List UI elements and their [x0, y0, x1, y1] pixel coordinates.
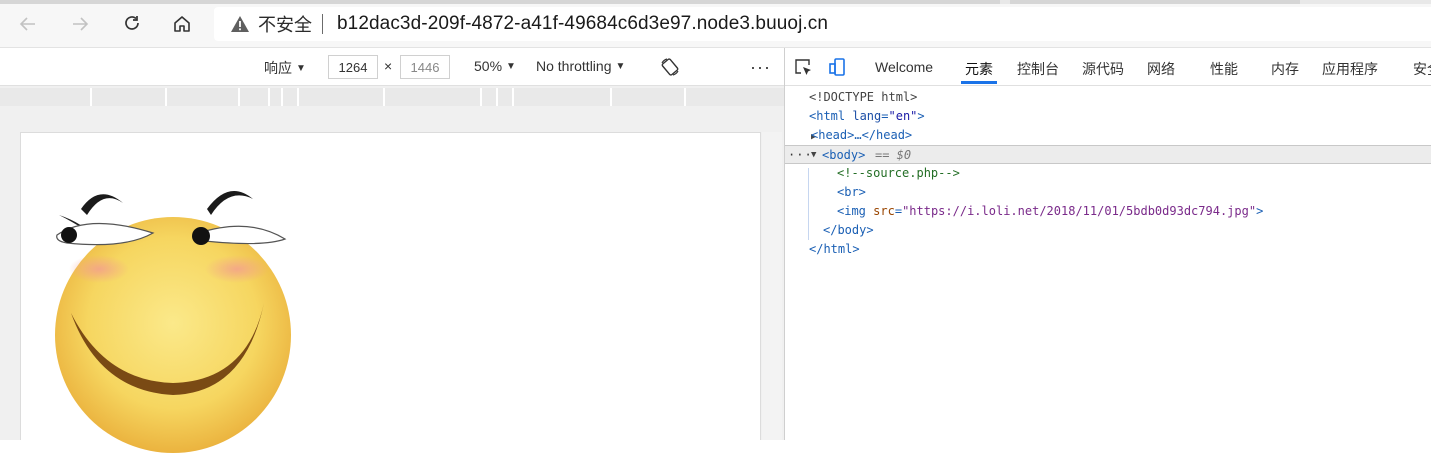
rotate-icon[interactable] — [660, 57, 680, 77]
html-attr-value: "en" — [888, 109, 918, 123]
browser-toolbar: 不安全 b12dac3d-209f-4872-a41f-49684c6d3e97… — [0, 0, 1431, 48]
throttling-dropdown[interactable]: No throttling ▼ — [536, 58, 625, 74]
smiling-face-image — [55, 191, 291, 453]
device-toolbar: 响应 ▼ 1264 × 1446 50% ▼ No throttling ▼ ·… — [0, 48, 784, 86]
body-open-tag: <body> — [822, 148, 866, 162]
back-button[interactable] — [16, 12, 40, 36]
dom-line-doctype[interactable]: <!DOCTYPE html> — [785, 88, 1431, 107]
tab-console[interactable]: 控制台 — [1017, 59, 1059, 79]
security-status[interactable]: 不安全 — [258, 11, 312, 37]
devtools-panel: Welcome 元素 控制台 源代码 网络 性能 内存 应用程序 安全 <!DO… — [785, 48, 1431, 440]
devtools-tabbar: Welcome 元素 控制台 源代码 网络 性能 内存 应用程序 安全 — [785, 48, 1431, 86]
dom-line-body-close[interactable]: </body> — [785, 221, 1431, 240]
tab-memory[interactable]: 内存 — [1271, 59, 1299, 79]
tab-elements[interactable]: 元素 — [965, 59, 993, 79]
viewport-scrollbar[interactable] — [762, 132, 782, 440]
selected-node-marker: == $0 — [875, 148, 912, 162]
dom-line-img[interactable]: <img src="https://i.loli.net/2018/11/01/… — [785, 202, 1431, 221]
width-input[interactable]: 1264 — [328, 55, 378, 79]
img-attr-name: src — [873, 204, 895, 218]
source-comment: <!--source.php--> — [837, 166, 960, 180]
address-bar[interactable]: 不安全 b12dac3d-209f-4872-a41f-49684c6d3e97… — [214, 7, 1431, 41]
body-close-tag: </body> — [823, 223, 874, 237]
reload-button[interactable] — [120, 12, 144, 36]
html-open-close: > — [917, 109, 925, 123]
reload-icon — [125, 16, 139, 30]
dom-line-body-selected[interactable]: ··· ▼ <body> == $0 — [785, 145, 1431, 164]
html-attr-name: lang — [852, 109, 882, 123]
caret-down-icon: ▼ — [296, 62, 306, 74]
url-text[interactable]: b12dac3d-209f-4872-a41f-49684c6d3e97.nod… — [337, 13, 828, 35]
dimensions-label: 响应 — [264, 60, 292, 76]
throttling-label: No throttling — [536, 58, 612, 74]
dom-line-comment[interactable]: <!--source.php--> — [785, 164, 1431, 183]
tab-network[interactable]: 网络 — [1147, 59, 1175, 79]
html-close-tag: </html> — [809, 242, 860, 256]
tab-security[interactable]: 安全 — [1413, 59, 1431, 79]
inspect-element-icon[interactable] — [793, 57, 813, 77]
img-close: > — [1256, 204, 1264, 218]
tab-performance[interactable]: 性能 — [1210, 59, 1238, 79]
arrow-left-icon — [19, 17, 35, 31]
emulated-page-pane: 响应 ▼ 1264 × 1446 50% ▼ No throttling ▼ ·… — [0, 48, 784, 453]
dom-line-html-close[interactable]: </html> — [785, 240, 1431, 259]
br-tag: <br> — [837, 185, 866, 199]
tab-sources[interactable]: 源代码 — [1082, 59, 1124, 79]
html-open-tag: <html — [809, 109, 846, 123]
doctype-text: <!DOCTYPE html> — [809, 90, 918, 104]
media-query-ruler[interactable] — [0, 88, 784, 106]
warning-triangle-icon[interactable] — [230, 14, 250, 34]
html-attr-eq: = — [881, 109, 889, 123]
elements-tree: <!DOCTYPE html> <html lang="en"> ▶<head>… — [785, 88, 1431, 440]
forward-button[interactable] — [68, 12, 92, 36]
zoom-label: 50% — [474, 58, 503, 74]
device-toggle-icon[interactable] — [828, 57, 848, 77]
node-options-dots-icon[interactable]: ··· — [788, 146, 813, 165]
home-icon — [174, 16, 190, 32]
img-open-tag: <img — [837, 204, 866, 218]
caret-down-icon: ▼ — [615, 60, 626, 72]
height-input[interactable]: 1446 — [400, 55, 450, 79]
dom-line-head[interactable]: ▶<head>…</head> — [785, 126, 1431, 145]
emulated-viewport[interactable] — [20, 132, 761, 453]
caret-down-icon: ▼ — [506, 60, 516, 72]
dimensions-dropdown[interactable]: 响应 ▼ — [264, 58, 306, 78]
address-separator — [322, 14, 323, 34]
zoom-dropdown[interactable]: 50% ▼ — [474, 58, 516, 74]
active-tab-indicator — [961, 81, 997, 84]
head-collapsed: <head>…</head> — [811, 128, 913, 142]
home-button[interactable] — [170, 12, 194, 36]
img-attr-eq: = — [894, 204, 903, 218]
tab-welcome[interactable]: Welcome — [875, 59, 933, 75]
dom-line-html[interactable]: <html lang="en"> — [785, 107, 1431, 126]
tab-strip-edge — [0, 0, 1431, 4]
more-options-icon[interactable]: ··· — [750, 57, 771, 78]
dom-line-br[interactable]: <br> — [785, 183, 1431, 202]
indent-guide — [808, 168, 809, 240]
collapse-triangle-icon[interactable]: ▼ — [811, 146, 821, 165]
arrow-right-icon — [73, 17, 89, 31]
img-src-link[interactable]: "https://i.loli.net/2018/11/01/5bdb0d93d… — [902, 204, 1256, 218]
times-sign: × — [384, 58, 393, 74]
tab-application[interactable]: 应用程序 — [1322, 59, 1378, 79]
